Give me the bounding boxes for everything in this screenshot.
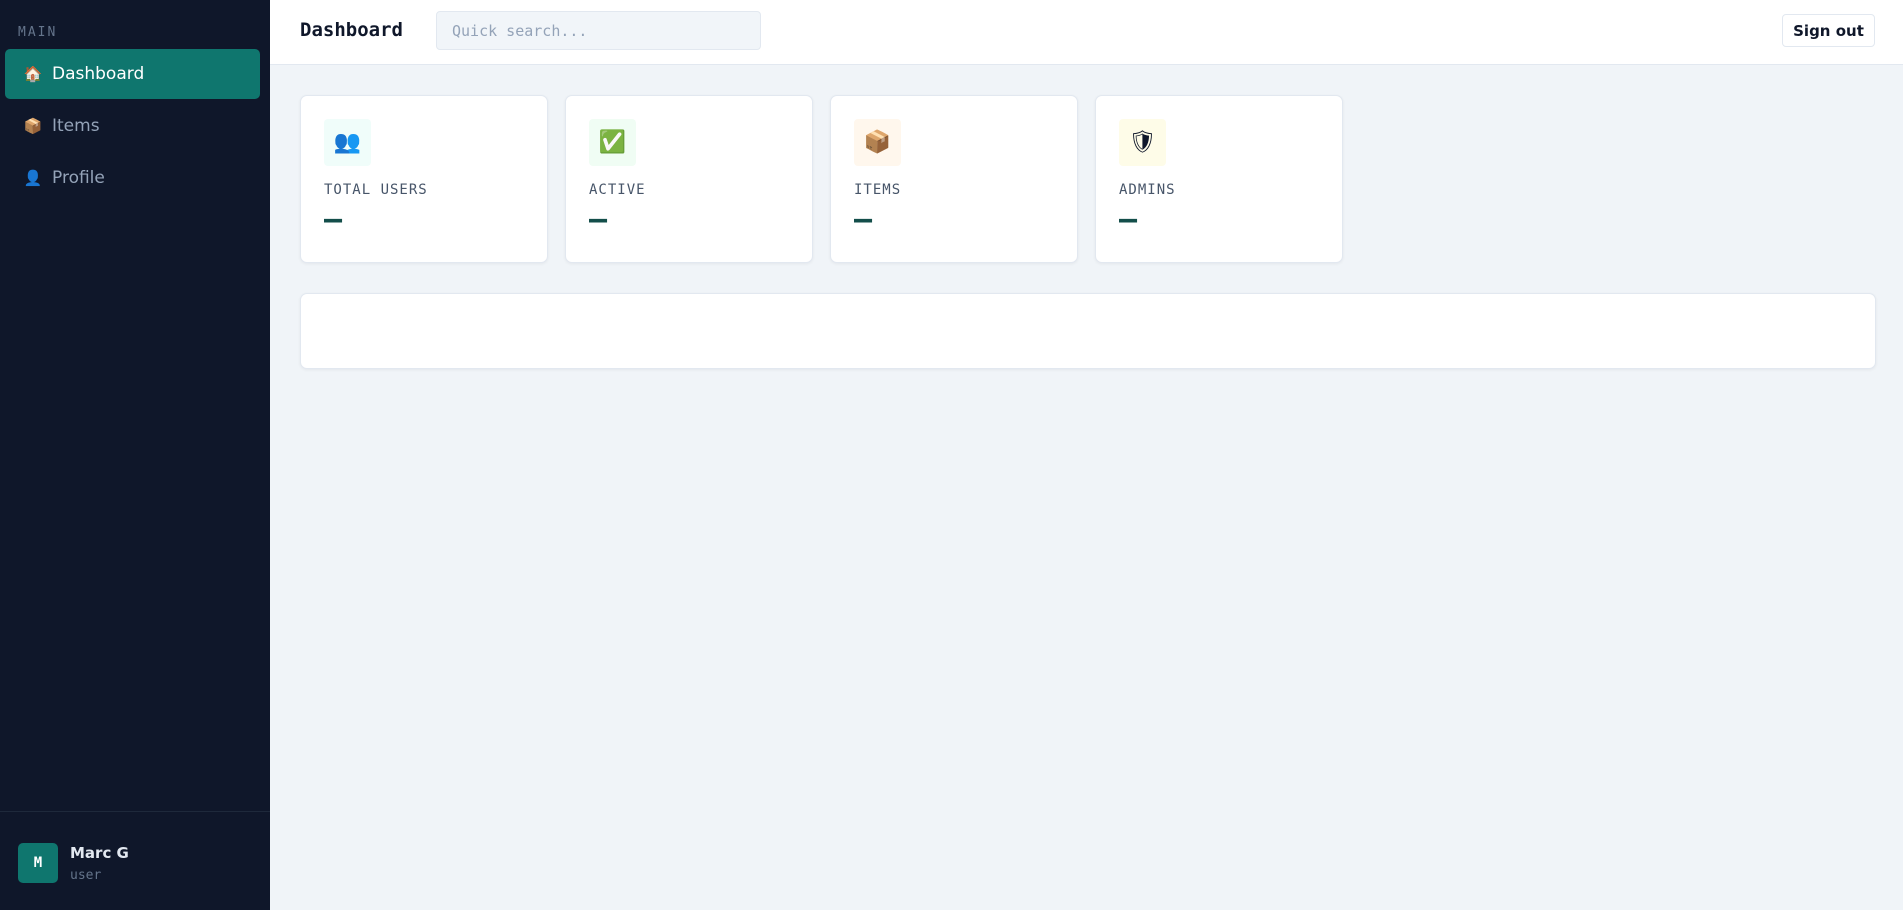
page-title: Dashboard [300,19,403,41]
avatar[interactable]: M [18,843,58,883]
sidebar-item-dashboard[interactable]: 🏠 Dashboard [5,49,260,99]
user-card: M Marc G user [0,811,270,910]
stat-label: ITEMS [854,182,902,198]
sidebar-item-label: Dashboard [52,64,145,84]
user-role: user [70,868,102,883]
check-icon: ✅ [589,119,636,166]
sidebar-section-label: MAIN [18,25,58,40]
shield-icon: 🛡 [1119,119,1166,166]
stat-value: — [1119,202,1138,237]
top-header: Dashboard Sign out [270,0,1903,65]
sidebar-item-items[interactable]: 📦 Items [5,101,260,151]
stat-value: — [324,202,343,237]
sidebar: MAIN 🏠 Dashboard 📦 Items 👤 Profile M Mar… [0,0,270,910]
user-name: Marc G [70,844,129,862]
stat-card-admins: 🛡 ADMINS — [1095,95,1343,263]
sign-out-button[interactable]: Sign out [1782,14,1875,47]
stat-value: — [589,202,608,237]
search-input[interactable] [436,11,761,50]
package-icon: 📦 [854,119,901,166]
sidebar-item-label: Profile [52,168,105,188]
sidebar-item-label: Items [52,116,100,136]
stat-label: TOTAL USERS [324,182,428,198]
stat-card-items: 📦 ITEMS — [830,95,1078,263]
stat-card-total-users: 👥 TOTAL USERS — [300,95,548,263]
sidebar-item-profile[interactable]: 👤 Profile [5,153,260,203]
house-icon: 🏠 [23,65,43,83]
user-icon: 👤 [23,169,43,187]
stat-card-active: ✅ ACTIVE — [565,95,813,263]
stat-value: — [854,202,873,237]
sidebar-nav: 🏠 Dashboard 📦 Items 👤 Profile [5,49,260,205]
stat-label: ADMINS [1119,182,1176,198]
content-panel [300,293,1876,369]
stat-label: ACTIVE [589,182,646,198]
users-icon: 👥 [324,119,371,166]
package-icon: 📦 [23,117,43,135]
